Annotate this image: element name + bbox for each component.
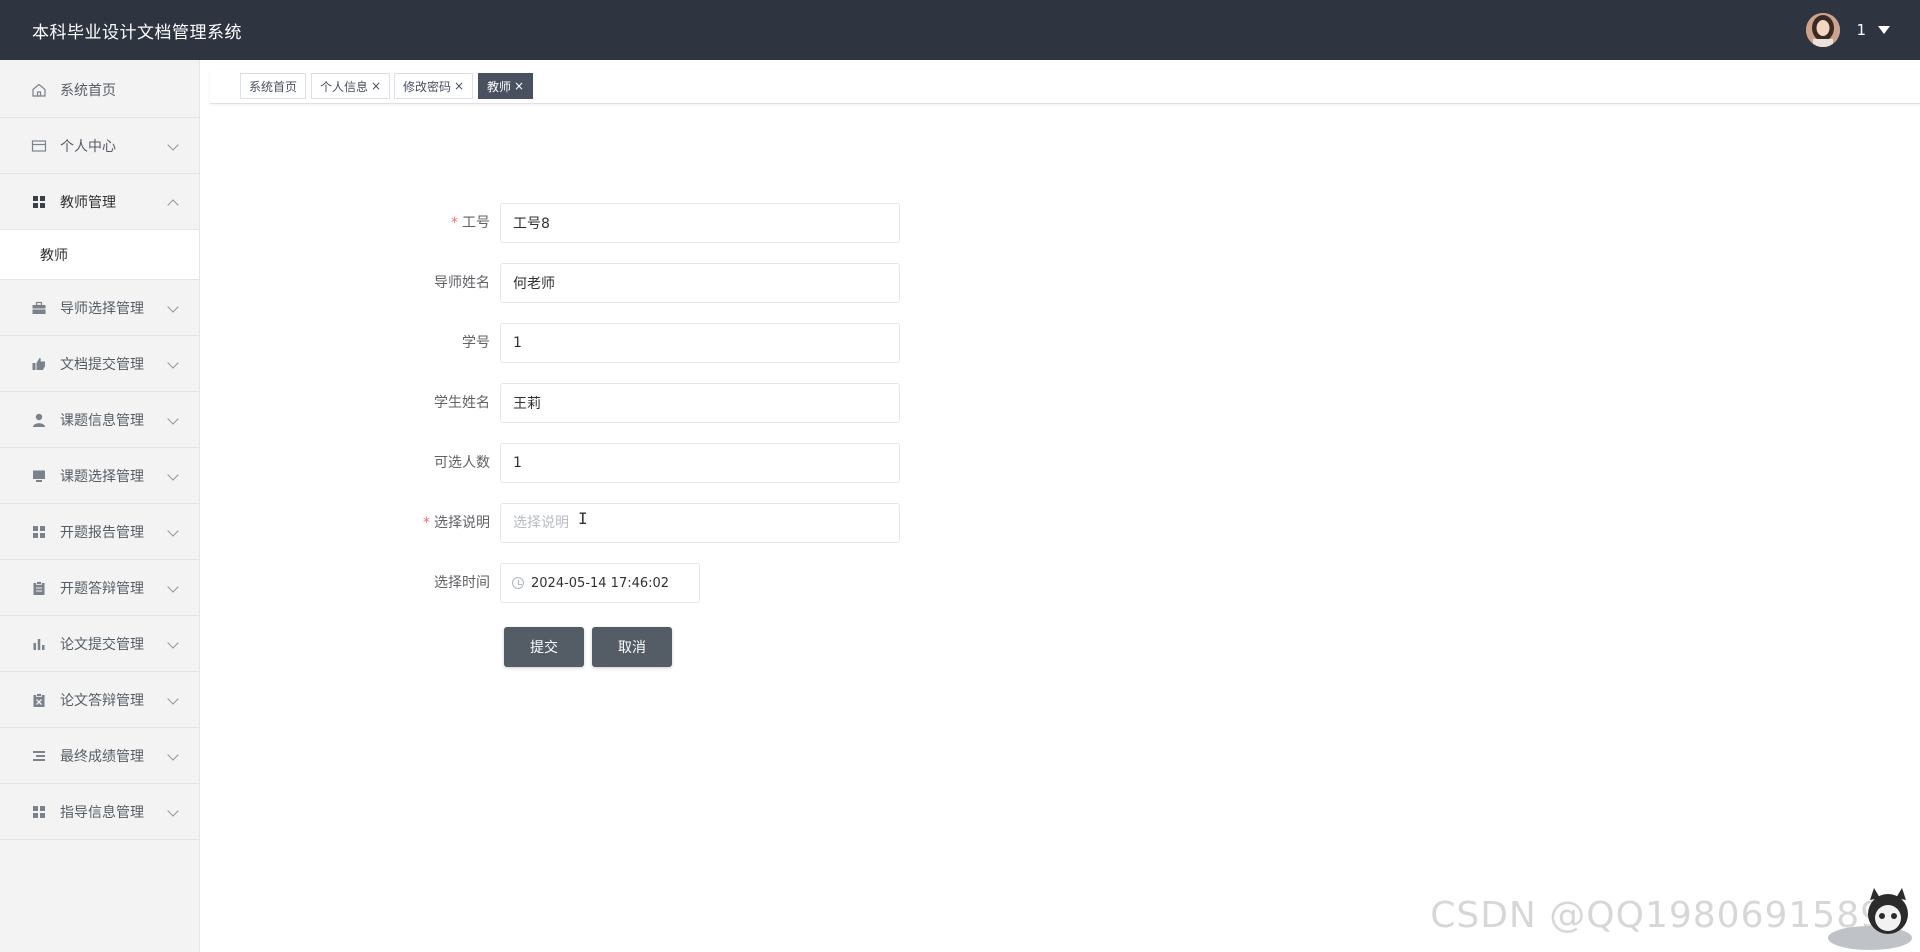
submit-button[interactable]: 提交 bbox=[504, 627, 584, 667]
tag-label: 教师 bbox=[487, 79, 512, 94]
sidebar-item-teacher-management[interactable]: 教师管理 bbox=[0, 174, 199, 230]
chevron-down-icon bbox=[167, 139, 179, 151]
app-title: 本科毕业设计文档管理系统 bbox=[32, 23, 242, 43]
chevron-down-icon bbox=[167, 525, 179, 537]
tag-label: 个人信息 bbox=[320, 79, 369, 94]
tag-personal-info[interactable]: 个人信息 × bbox=[311, 73, 391, 99]
sidebar-item-label: 论文提交管理 bbox=[60, 636, 144, 653]
clock-icon bbox=[512, 577, 524, 589]
advisor-name-input[interactable] bbox=[500, 263, 900, 303]
chevron-down-icon bbox=[167, 413, 179, 425]
chevron-down-icon bbox=[167, 581, 179, 593]
chevron-down-icon bbox=[167, 749, 179, 761]
capacity-input[interactable] bbox=[500, 443, 900, 483]
selection-time-picker[interactable] bbox=[500, 563, 700, 603]
sidebar-item-label: 论文答辩管理 bbox=[60, 692, 144, 709]
required-mark: * bbox=[423, 515, 430, 531]
field-label: * 工号 bbox=[451, 215, 490, 231]
field-label: 可选人数 bbox=[434, 455, 490, 471]
form-row-employee-id: * 工号 bbox=[400, 203, 900, 243]
caret-down-icon[interactable] bbox=[1878, 26, 1890, 34]
grid-icon bbox=[30, 193, 48, 211]
clipboard-x-icon bbox=[30, 691, 48, 709]
sidebar-item-label: 课题信息管理 bbox=[60, 412, 144, 429]
text-cursor-icon: I bbox=[578, 509, 588, 528]
list-icon bbox=[30, 747, 48, 765]
form-row-selection-time: 选择时间 bbox=[400, 563, 900, 603]
tag-change-password[interactable]: 修改密码 × bbox=[394, 73, 474, 99]
sidebar-item-label: 课题选择管理 bbox=[60, 468, 144, 485]
form-row-capacity: 可选人数 bbox=[400, 443, 900, 483]
sidebar-item-advisor-selection[interactable]: 导师选择管理 bbox=[0, 280, 199, 336]
mascot-image bbox=[1810, 886, 1920, 952]
sidebar-item-label: 开题答辩管理 bbox=[60, 580, 144, 597]
home-icon bbox=[30, 81, 48, 99]
cancel-button[interactable]: 取消 bbox=[592, 627, 672, 667]
form-row-advisor-name: 导师姓名 bbox=[400, 263, 900, 303]
sidebar-item-label: 开题报告管理 bbox=[60, 524, 144, 541]
student-name-input[interactable] bbox=[500, 383, 900, 423]
field-label: 导师姓名 bbox=[434, 275, 490, 291]
required-mark: * bbox=[451, 215, 458, 231]
sidebar-subitem-teacher[interactable]: 教师 bbox=[0, 230, 199, 280]
chevron-down-icon bbox=[167, 469, 179, 481]
user-name[interactable]: 1 bbox=[1856, 21, 1866, 39]
sidebar-item-document-submission[interactable]: 文档提交管理 bbox=[0, 336, 199, 392]
employee-id-input[interactable] bbox=[500, 203, 900, 243]
grid-icon bbox=[30, 803, 48, 821]
chevron-down-icon bbox=[167, 805, 179, 817]
form-row-student-id: 学号 bbox=[400, 323, 900, 363]
tag-home[interactable]: 系统首页 bbox=[240, 73, 307, 99]
card-icon bbox=[30, 137, 48, 155]
sidebar-item-topic-info[interactable]: 课题信息管理 bbox=[0, 392, 199, 448]
clipboard-icon bbox=[30, 579, 48, 597]
chevron-down-icon bbox=[167, 357, 179, 369]
sidebar-item-final-grades[interactable]: 最终成绩管理 bbox=[0, 728, 199, 784]
sidebar-item-label: 文档提交管理 bbox=[60, 356, 144, 373]
field-label: 选择时间 bbox=[434, 575, 490, 591]
user-menu[interactable]: 1 bbox=[1806, 13, 1890, 47]
form-row-student-name: 学生姓名 bbox=[400, 383, 900, 423]
thumb-icon bbox=[30, 355, 48, 373]
tag-label: 修改密码 bbox=[403, 79, 452, 94]
student-id-input[interactable] bbox=[500, 323, 900, 363]
sidebar-item-label: 教师管理 bbox=[60, 194, 116, 211]
sidebar-item-label: 导师选择管理 bbox=[60, 300, 144, 317]
chevron-down-icon bbox=[167, 637, 179, 649]
form-row-selection-note: * 选择说明 bbox=[400, 503, 900, 543]
sidebar-item-home[interactable]: 系统首页 bbox=[0, 62, 199, 118]
sidebar-item-thesis-submission[interactable]: 论文提交管理 bbox=[0, 616, 199, 672]
sidebar-item-topic-selection[interactable]: 课题选择管理 bbox=[0, 448, 199, 504]
monitor-icon bbox=[30, 467, 48, 485]
close-icon[interactable]: × bbox=[371, 79, 381, 93]
user-icon bbox=[30, 411, 48, 429]
tags-view: 系统首页 个人信息 × 修改密码 × 教师 × bbox=[210, 70, 1920, 104]
field-label: 学号 bbox=[462, 335, 490, 351]
tag-label: 系统首页 bbox=[249, 79, 298, 94]
chevron-down-icon bbox=[167, 693, 179, 705]
close-icon[interactable]: × bbox=[514, 79, 524, 93]
sidebar: 系统首页 个人中心 教师管理 教师 导师选择管理 文档提交管理 课题信息管理 课… bbox=[0, 60, 200, 952]
field-label: * 选择说明 bbox=[423, 515, 490, 531]
chevron-up-icon bbox=[167, 199, 179, 211]
sidebar-item-proposal-report[interactable]: 开题报告管理 bbox=[0, 504, 199, 560]
sidebar-item-label: 个人中心 bbox=[60, 138, 116, 155]
sidebar-item-label: 指导信息管理 bbox=[60, 804, 144, 821]
chevron-down-icon bbox=[167, 301, 179, 313]
sidebar-item-proposal-defense[interactable]: 开题答辩管理 bbox=[0, 560, 199, 616]
tag-teacher[interactable]: 教师 × bbox=[478, 73, 534, 99]
briefcase-icon bbox=[30, 299, 48, 317]
sidebar-item-thesis-defense[interactable]: 论文答辩管理 bbox=[0, 672, 199, 728]
bar-chart-icon bbox=[30, 635, 48, 653]
grid-icon bbox=[30, 523, 48, 541]
selection-note-input[interactable] bbox=[500, 503, 900, 543]
avatar[interactable] bbox=[1806, 13, 1841, 47]
close-icon[interactable]: × bbox=[454, 79, 464, 93]
sidebar-item-guidance-info[interactable]: 指导信息管理 bbox=[0, 784, 199, 840]
field-label: 学生姓名 bbox=[434, 395, 490, 411]
sidebar-item-label: 系统首页 bbox=[60, 82, 116, 99]
sidebar-item-label: 最终成绩管理 bbox=[60, 748, 144, 765]
sidebar-item-personal-center[interactable]: 个人中心 bbox=[0, 118, 199, 174]
top-header: 本科毕业设计文档管理系统 1 bbox=[0, 0, 1920, 60]
